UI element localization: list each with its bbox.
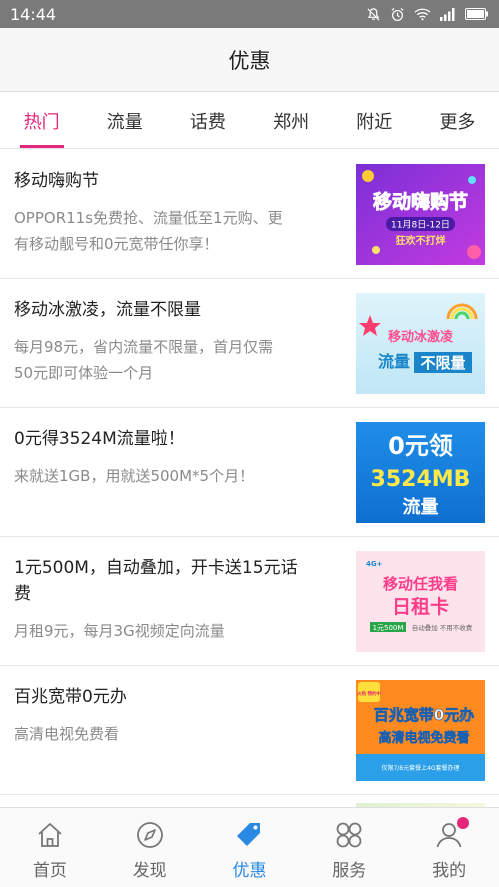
promo-title-line: 1元500M，自动叠加，开卡送15元话: [14, 558, 298, 578]
promo-thumbnail: 4G+ 移动任我看 日租卡 1元500M 自动叠加 不用不收费: [356, 551, 485, 652]
nav-label: 优惠: [232, 861, 267, 881]
thumb-text: 0元领: [388, 432, 453, 460]
thumb-text: 火热 预约中: [357, 690, 382, 697]
tab-traffic[interactable]: 流量: [83, 93, 166, 148]
wifi-icon: [414, 8, 431, 21]
promo-desc-line: 月租9元，每月3G视频定向流量: [14, 622, 225, 640]
svg-text:4G+: 4G+: [366, 560, 383, 568]
thumb-text: 百兆宽带0元办: [374, 706, 474, 724]
thumb-text: 不限量: [420, 354, 465, 372]
thumb-text: 日租卡: [392, 595, 449, 618]
tab-nearby[interactable]: 附近: [333, 93, 416, 148]
nav-label: 首页: [32, 861, 67, 881]
bottom-nav: 首页 发现 优惠 服务 我的: [0, 807, 499, 887]
thumb-text: 流量: [378, 352, 410, 371]
thumb-text: 狂欢不打烊: [396, 234, 446, 247]
thumb-text: 移动任我看: [383, 575, 458, 593]
app-bar: 优惠: [0, 28, 499, 92]
promo-thumbnail: 火热 预约中 百兆宽带0元办 高清电视免费看 仅限7/8元套餐上4G套餐办理: [356, 680, 485, 781]
tab-more[interactable]: 更多: [416, 93, 499, 148]
mute-icon: [367, 7, 380, 21]
battery-icon: [465, 8, 488, 20]
category-tabs: 热门 流量 话费 郑州 附近 更多: [0, 93, 499, 149]
thumb-text: 移动嗨购节: [373, 190, 468, 213]
promo-desc-line: 高清电视免费看: [14, 725, 120, 743]
tab-hot[interactable]: 热门: [0, 93, 83, 148]
nav-label: 发现: [132, 861, 167, 881]
thumb-text: 流量: [403, 496, 439, 518]
nav-label: 我的: [432, 861, 467, 881]
nav-discover[interactable]: 发现: [100, 808, 200, 887]
thumb-text: 3524MB: [371, 467, 471, 492]
promo-desc-line: 来就送1GB，用就送500M*5个月！: [14, 467, 255, 485]
nav-home[interactable]: 首页: [0, 808, 100, 887]
nav-service[interactable]: 服务: [299, 808, 399, 887]
promo-desc-line: 有移动靓号和0元宽带任你享！: [14, 235, 219, 253]
promo-desc-line: 50元即可体验一个月: [14, 364, 154, 382]
promo-title: 移动嗨购节: [14, 171, 99, 191]
nav-offers[interactable]: 优惠: [200, 808, 300, 887]
nav-label: 服务: [332, 861, 367, 881]
signal-icon: [440, 7, 455, 21]
tab-phone-bill[interactable]: 话费: [166, 93, 249, 148]
grid-icon: [336, 822, 362, 848]
promo-item[interactable]: [0, 795, 499, 807]
promo-item[interactable]: 1元500M，自动叠加，开卡送15元话 费 月租9元，每月3G视频定向流量 4G…: [0, 537, 499, 666]
promo-thumbnail: 0元领 3524MB 流量: [356, 422, 485, 523]
alarm-icon: [391, 7, 404, 21]
promotion-list: 移动嗨购节 OPPOR11s免费抢、流量低至1元购、更 有移动靓号和0元宽带任你…: [0, 150, 499, 807]
notification-badge: [457, 817, 470, 829]
thumb-text: 仅限7/8元套餐上4G套餐办理: [381, 764, 459, 772]
promo-title: 1元500M，自动叠加，开卡送15元话 费: [14, 555, 332, 607]
thumb-text: 移动冰激凌: [388, 329, 454, 345]
promo-desc-line: OPPOR11s免费抢、流量低至1元购、更: [14, 209, 283, 227]
promo-item[interactable]: 百兆宽带0元办 高清电视免费看 火热 预约中 百兆宽带0元办 高清电视免费看 仅…: [0, 666, 499, 795]
promo-thumbnail: 移动冰激凌 流量 不限量: [356, 293, 485, 394]
tag-icon: [237, 823, 261, 846]
page-title: 优惠: [228, 48, 271, 73]
promo-thumbnail: 移动嗨购节 11月8日-12日 狂欢不打烊: [356, 164, 485, 265]
promo-desc-line: 每月98元，省内流量不限量，首月仅需: [14, 338, 274, 356]
thumb-text: 自动叠加 不用不收费: [412, 623, 473, 632]
compass-icon: [136, 822, 163, 848]
thumb-text: 11月8日-12日: [391, 220, 450, 231]
promo-title-line: 费: [14, 584, 31, 604]
promo-item[interactable]: 移动冰激凌，流量不限量 每月98元，省内流量不限量，首月仅需 50元即可体验一个…: [0, 279, 499, 408]
tab-zhengzhou[interactable]: 郑州: [250, 93, 333, 148]
promo-item[interactable]: 0元得3524M流量啦！ 来就送1GB，用就送500M*5个月！ 0元领 352…: [0, 408, 499, 537]
promo-title: 移动冰激凌，流量不限量: [14, 300, 201, 320]
promo-item[interactable]: 移动嗨购节 OPPOR11s免费抢、流量低至1元购、更 有移动靓号和0元宽带任你…: [0, 150, 499, 279]
status-bar: 14:44: [0, 0, 499, 28]
status-icons: [366, 7, 489, 22]
promo-title: 百兆宽带0元办: [14, 687, 127, 707]
home-icon: [38, 823, 62, 847]
thumb-text: 1元500M: [373, 624, 404, 632]
nav-mine[interactable]: 我的: [399, 808, 499, 887]
thumb-text: 高清电视免费看: [378, 730, 469, 746]
promo-title: 0元得3524M流量啦！: [14, 429, 185, 449]
status-time: 14:44: [10, 4, 57, 24]
